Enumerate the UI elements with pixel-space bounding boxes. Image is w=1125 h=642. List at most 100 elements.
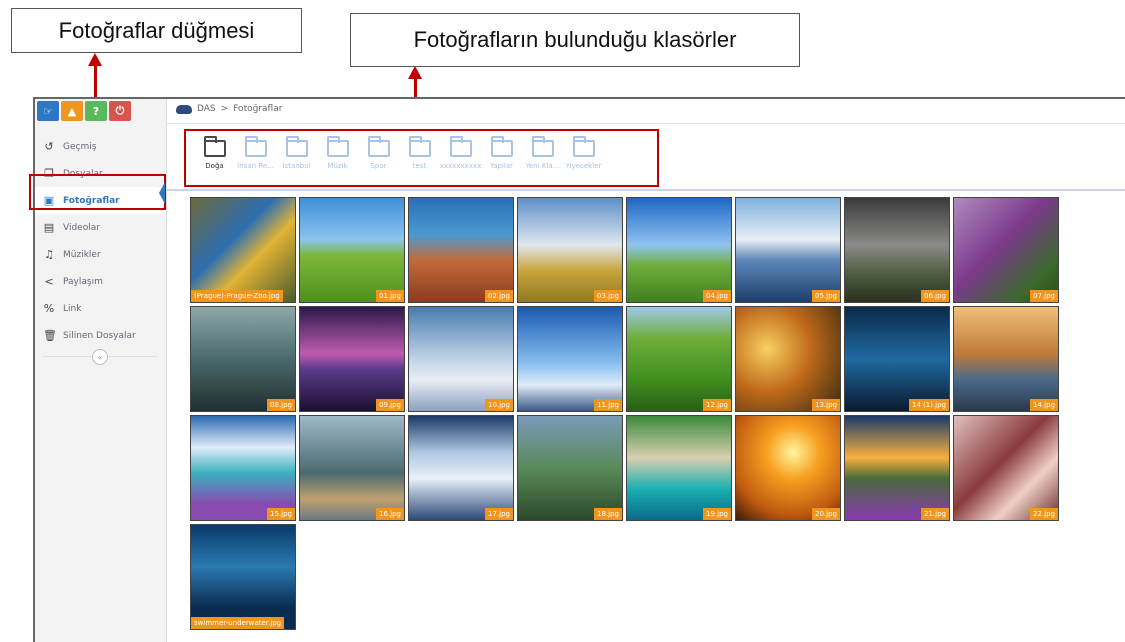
photo-filename: 01.jpg <box>376 290 404 302</box>
sidebar-item-film[interactable]: ▤ Videolar <box>35 214 166 241</box>
photo-thumbnail[interactable]: 21.jpg <box>844 415 950 521</box>
photo-filename: 12.jpg <box>703 399 731 411</box>
photo-filename: 08.jpg <box>267 399 295 411</box>
folder-label: Spor <box>370 162 387 170</box>
folders-callout: Fotoğrafların bulunduğu klasörler <box>350 13 800 67</box>
folder-icon <box>367 136 390 157</box>
photo-filename: 03.jpg <box>594 290 622 302</box>
folder-item[interactable]: Yiyecekler <box>563 136 604 170</box>
photo-thumbnail[interactable]: (Prague)-Prague-Zoo.jpg <box>190 197 296 303</box>
breadcrumb-divider <box>166 123 1125 124</box>
photo-thumbnail[interactable]: 07.jpg <box>953 197 1059 303</box>
photo-thumbnail[interactable]: swimmer-underwater.jpg <box>190 524 296 630</box>
power-icon: ⏻ <box>115 104 125 117</box>
folder-icon <box>490 136 513 157</box>
photo-filename: 22.jpg <box>1030 508 1058 520</box>
photo-filename: 02.jpg <box>485 290 513 302</box>
photo-thumbnail[interactable]: 22.jpg <box>953 415 1059 521</box>
photo-thumbnail[interactable]: 13.jpg <box>735 306 841 412</box>
folder-icon <box>572 136 595 157</box>
photo-thumbnail[interactable]: 16.jpg <box>299 415 405 521</box>
photo-thumbnail[interactable]: 05.jpg <box>735 197 841 303</box>
photo-filename: 10.jpg <box>485 399 513 411</box>
folder-item[interactable]: Yeni Kla... <box>522 136 563 170</box>
folder-label: Yiyecekler <box>565 162 602 170</box>
breadcrumb-root[interactable]: DAS <box>197 104 216 114</box>
music-icon: ♫ <box>44 248 54 261</box>
photo-thumbnail[interactable]: 20.jpg <box>735 415 841 521</box>
photo-thumbnail[interactable]: 11.jpg <box>517 306 623 412</box>
folder-item[interactable]: Spor <box>358 136 399 170</box>
folder-item[interactable]: xxxxxxxxxx <box>439 136 482 170</box>
folders-callout-arrow-head <box>408 66 422 79</box>
hand-button[interactable]: ☞ <box>37 101 59 121</box>
photo-thumbnail[interactable]: 10.jpg <box>408 306 514 412</box>
collapse-sidebar-button[interactable]: « <box>92 349 108 365</box>
photo-filename: 15.jpg <box>267 508 295 520</box>
photo-thumbnail[interactable]: 03.jpg <box>517 197 623 303</box>
photo-thumbnail[interactable]: 12.jpg <box>626 306 732 412</box>
photo-thumbnail[interactable]: 06.jpg <box>844 197 950 303</box>
trash-icon: 🗑 <box>43 329 57 342</box>
sidebar-item-share[interactable]: < Paylaşım <box>35 268 166 295</box>
folder-icon <box>408 136 431 157</box>
photo-thumbnail[interactable]: 18.jpg <box>517 415 623 521</box>
photo-thumbnail[interactable]: 09.jpg <box>299 306 405 412</box>
photo-filename: 13.jpg <box>812 399 840 411</box>
folder-icon <box>285 136 308 157</box>
photo-thumbnail[interactable]: 14 (1).jpg <box>844 306 950 412</box>
photo-filename: 07.jpg <box>1030 290 1058 302</box>
photo-filename: 18.jpg <box>594 508 622 520</box>
photo-thumbnail[interactable]: 04.jpg <box>626 197 732 303</box>
cloud-icon <box>176 104 192 114</box>
bell-button[interactable]: ▲ <box>61 101 83 121</box>
photo-filename: 16.jpg <box>376 508 404 520</box>
photo-thumbnail[interactable]: 14.jpg <box>953 306 1059 412</box>
photo-filename: 14.jpg <box>1030 399 1058 411</box>
folder-item[interactable]: Doğa <box>194 136 235 170</box>
folder-label: xxxxxxxxxx <box>439 162 482 170</box>
folder-label: İstanbul <box>282 162 311 170</box>
sidebar-item-link[interactable]: % Link <box>35 295 166 322</box>
photo-thumbnail[interactable]: 19.jpg <box>626 415 732 521</box>
folder-icon <box>449 136 472 157</box>
folder-item[interactable]: İnsan Re... <box>235 136 276 170</box>
folder-label: Yeni Kla... <box>525 162 560 170</box>
sidebar: ☞ ▲? ⏻ ↺ Geçmiş ❐ Dosyalar ▣ Fotoğraflar ▤ Videol… <box>29 99 167 642</box>
photo-filename: 14 (1).jpg <box>908 399 949 411</box>
photo-thumbnail[interactable]: 15.jpg <box>190 415 296 521</box>
folder-icon <box>203 136 226 157</box>
photo-thumbnail[interactable]: 01.jpg <box>299 197 405 303</box>
folder-icon <box>531 136 554 157</box>
help-button[interactable]: ? <box>85 101 107 121</box>
help-icon: ? <box>92 104 100 118</box>
power-button[interactable]: ⏻ <box>109 101 131 121</box>
folder-item[interactable]: İstanbul <box>276 136 317 170</box>
hand-icon: ☞ <box>43 104 53 118</box>
sidebar-item-label: Videolar <box>63 222 100 233</box>
folder-icon <box>326 136 349 157</box>
active-item-highlight <box>29 174 166 210</box>
app-window: ☞ ▲? ⏻ ↺ Geçmiş ❐ Dosyalar ▣ Fotoğraflar ▤ Videol… <box>29 97 1125 642</box>
sidebar-item-trash[interactable]: 🗑 Silinen Dosyalar <box>35 322 166 349</box>
folder-label: İnsan Re... <box>237 162 274 170</box>
photo-thumbnail[interactable]: 08.jpg <box>190 306 296 412</box>
photos-callout-arrow-head <box>88 53 102 66</box>
folder-bar-divider <box>166 189 1125 191</box>
sidebar-item-history[interactable]: ↺ Geçmiş <box>35 133 166 160</box>
photo-thumbnail[interactable]: 17.jpg <box>408 415 514 521</box>
film-icon: ▤ <box>43 221 55 234</box>
photo-filename: 04.jpg <box>703 290 731 302</box>
link-icon: % <box>43 302 55 315</box>
folder-item[interactable]: test <box>399 136 440 170</box>
folder-item[interactable]: Yapılar <box>481 136 522 170</box>
photo-filename: 20.jpg <box>812 508 840 520</box>
folder-label: Yapılar <box>489 162 514 170</box>
folder-item[interactable]: Müzik <box>317 136 358 170</box>
sidebar-item-music[interactable]: ♫ Müzikler <box>35 241 166 268</box>
photo-filename: 11.jpg <box>594 399 622 411</box>
photo-thumbnail[interactable]: 02.jpg <box>408 197 514 303</box>
folder-label: Doğa <box>205 162 224 170</box>
breadcrumb: DAS > Fotoğraflar <box>176 104 282 114</box>
breadcrumb-current: Fotoğraflar <box>233 104 283 114</box>
